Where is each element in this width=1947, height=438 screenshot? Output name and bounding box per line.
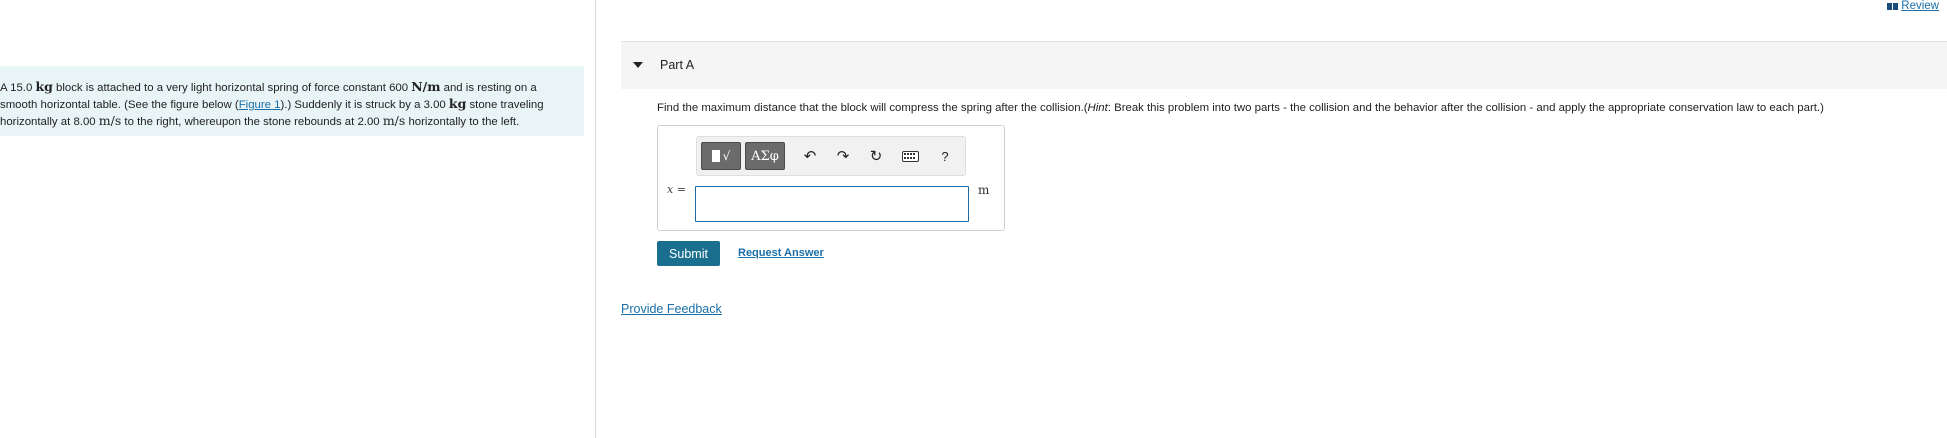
keyboard-icon[interactable] <box>900 146 920 166</box>
problem-text-segment: ).) Suddenly it is struck by a 3.00 <box>280 99 449 111</box>
reset-icon[interactable]: ↻ <box>866 146 886 166</box>
problem-text-segment: A 15.0 <box>0 82 36 94</box>
math-text: m/s <box>98 113 122 128</box>
review-icon <box>1887 2 1899 10</box>
question-text: Find the maximum distance that the block… <box>657 102 1824 114</box>
provide-feedback-link[interactable]: Provide Feedback <box>621 302 722 316</box>
problem-text-segment: to the right, whereupon the stone reboun… <box>121 116 383 128</box>
undo-icon[interactable]: ↶ <box>800 146 820 166</box>
answer-box: √ ΑΣφ ↶ ↷ ↻ ? x = m <box>657 125 1005 231</box>
unit-label: m <box>978 183 990 197</box>
question-main: Find the maximum distance that the block… <box>657 102 1088 114</box>
problem-pane: A 15.0 kg block is attached to a very li… <box>0 0 596 438</box>
answer-input[interactable] <box>695 186 969 222</box>
figure-link[interactable]: Figure 1 <box>239 99 281 111</box>
hint-text: : Break this problem into two parts - th… <box>1107 102 1824 114</box>
math-text: m/s <box>382 113 406 128</box>
collapse-caret-icon[interactable] <box>633 61 643 68</box>
part-a-header[interactable]: Part A <box>621 41 1947 89</box>
problem-text-segment: horizontally to the left. <box>405 116 520 128</box>
radical-icon: √ <box>722 149 731 163</box>
part-title: Part A <box>660 57 695 72</box>
problem-statement-box: A 15.0 kg block is attached to a very li… <box>0 66 584 136</box>
hint-label: Hint <box>1087 102 1108 114</box>
variable-label: x = <box>667 183 686 196</box>
review-link[interactable]: Review <box>1887 0 1939 12</box>
unit-text: kg <box>448 96 467 111</box>
greek-symbols-button[interactable]: ΑΣφ <box>745 142 785 170</box>
request-answer-link[interactable]: Request Answer <box>738 247 824 259</box>
help-button[interactable]: ? <box>935 146 955 166</box>
review-label: Review <box>1901 0 1939 12</box>
problem-text-segment: block is attached to a very light horizo… <box>52 82 412 94</box>
templates-button[interactable]: √ <box>701 142 741 170</box>
unit-text: N/m <box>411 79 441 94</box>
submit-button[interactable]: Submit <box>657 241 720 266</box>
problem-statement: A 15.0 kg block is attached to a very li… <box>0 79 560 130</box>
redo-icon[interactable]: ↷ <box>833 146 853 166</box>
math-toolbar: √ ΑΣφ ↶ ↷ ↻ ? <box>696 136 966 176</box>
template-square-icon <box>711 150 720 162</box>
unit-text: kg <box>35 79 53 94</box>
